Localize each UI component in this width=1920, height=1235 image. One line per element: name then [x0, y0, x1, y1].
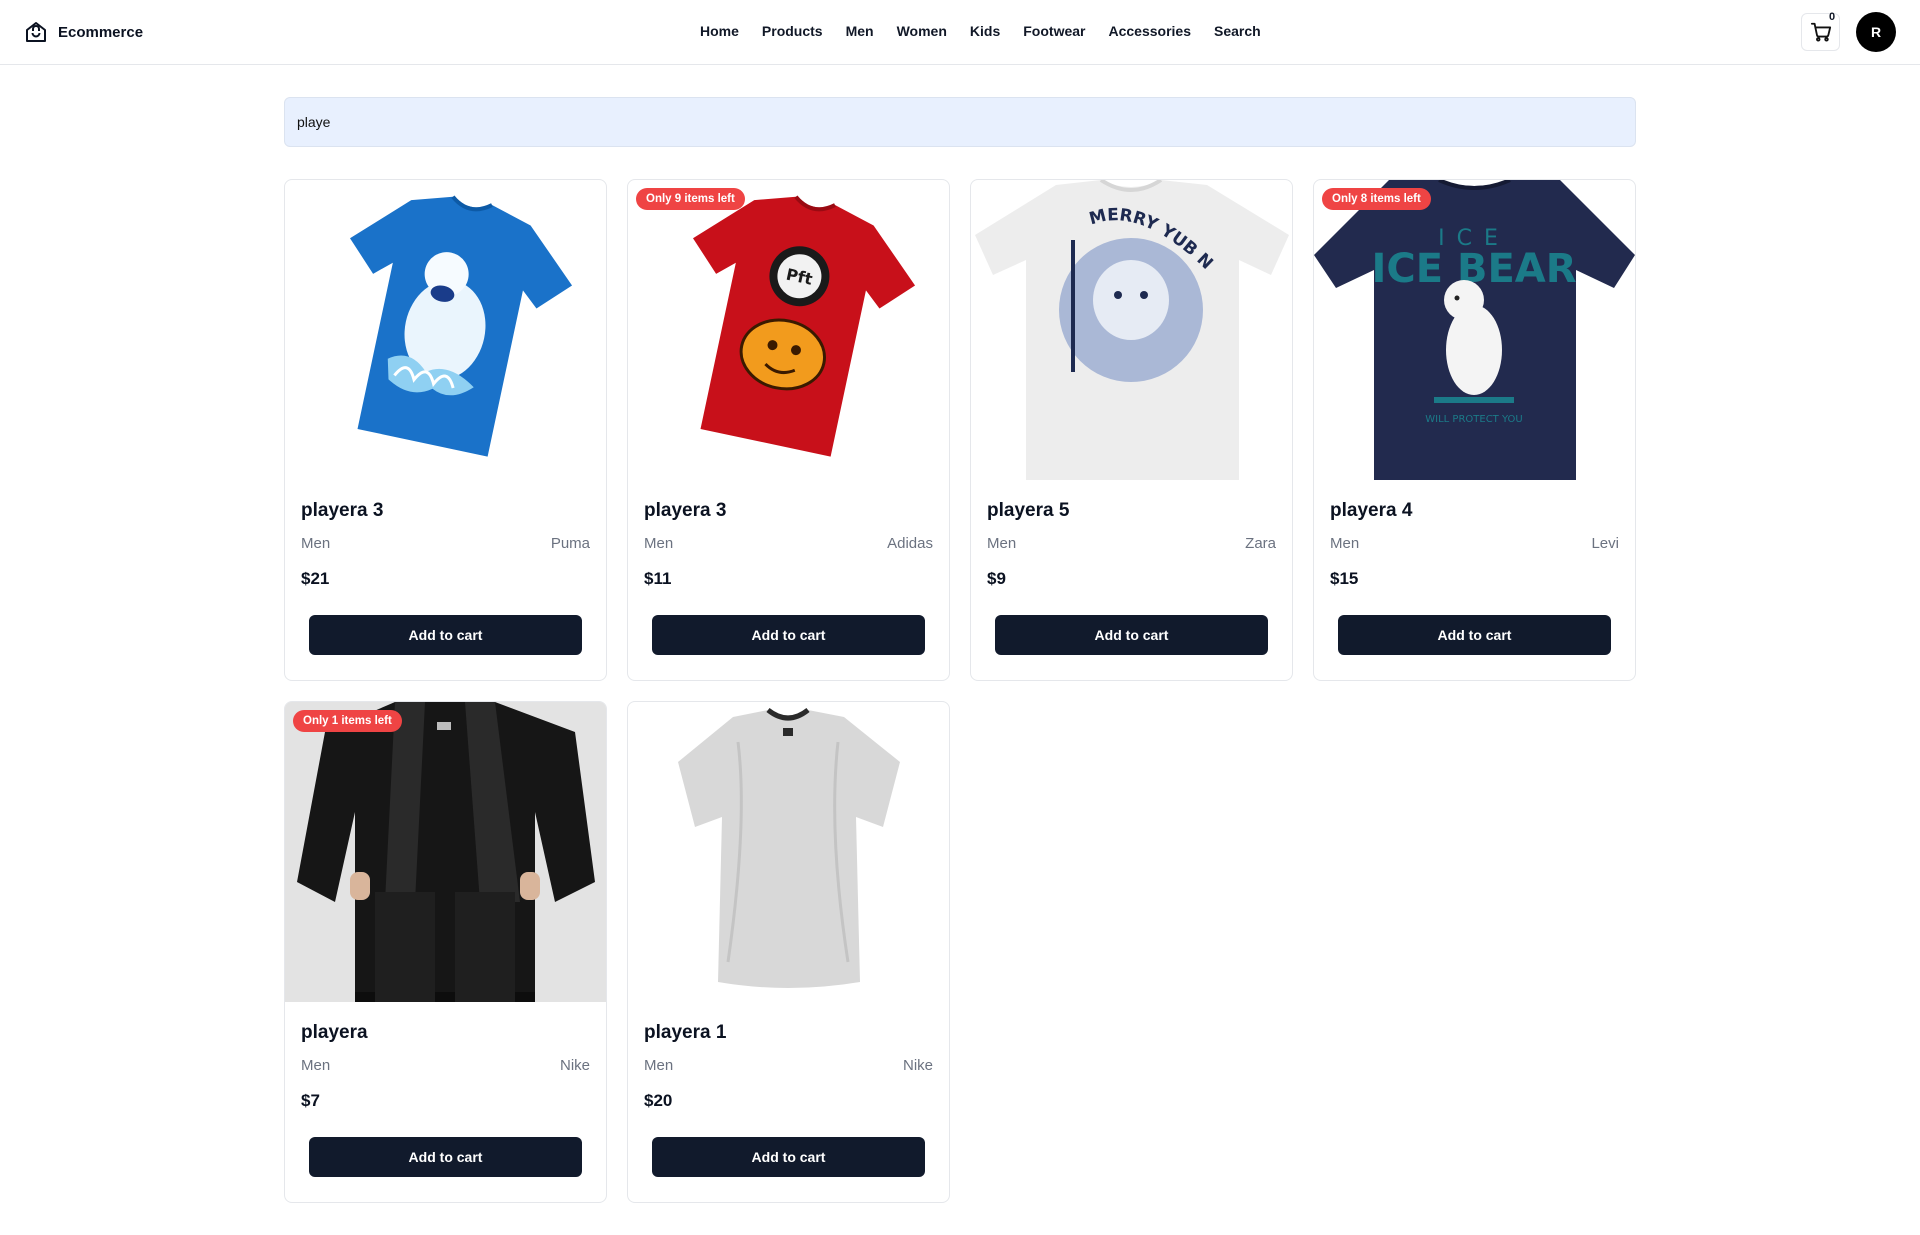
stock-badge: Only 9 items left — [636, 188, 745, 210]
product-brand: Zara — [1245, 535, 1276, 552]
product-brand: Nike — [902, 1057, 933, 1074]
product-image[interactable] — [285, 180, 606, 480]
product-category: Men — [644, 1057, 674, 1074]
blue-tshirt-polar-bear-image — [350, 195, 573, 457]
product-image[interactable] — [285, 702, 606, 1002]
product-title[interactable]: playera — [301, 1022, 368, 1044]
cart-count-badge: 0 — [1829, 11, 1836, 23]
add-to-cart-button[interactable]: Add to cart — [1338, 615, 1611, 655]
product-card: Only 1 items left playera Men Nike $7 Ad… — [284, 701, 607, 1203]
nav-home[interactable]: Home — [700, 23, 739, 39]
product-image[interactable] — [628, 702, 949, 1002]
product-price: $20 — [644, 1091, 673, 1110]
product-title[interactable]: playera 1 — [644, 1022, 726, 1044]
nav-kids[interactable]: Kids — [970, 23, 1000, 39]
add-to-cart-button[interactable]: Add to cart — [995, 615, 1268, 655]
product-card: MERRY YUB NUB playera 5 Men Zara $9 Add … — [970, 179, 1293, 681]
product-category: Men — [301, 535, 331, 552]
product-price: $11 — [644, 569, 672, 588]
add-to-cart-button[interactable]: Add to cart — [652, 1137, 925, 1177]
stock-badge: Only 1 items left — [293, 710, 402, 732]
add-to-cart-button[interactable]: Add to cart — [309, 615, 582, 655]
product-card: playera 1 Men Nike $20 Add to cart — [627, 701, 950, 1203]
product-category: Men — [987, 535, 1017, 552]
stock-badge: Only 8 items left — [1322, 188, 1431, 210]
product-brand: Puma — [550, 535, 590, 552]
top-navbar: Ecommerce Home Products Men Women Kids F… — [0, 0, 1920, 65]
store-icon — [26, 22, 46, 42]
will-protect-you-print-text: WILL PROTECT YOU — [1425, 414, 1522, 425]
product-price: $21 — [301, 569, 330, 588]
shopping-cart-icon — [1810, 22, 1831, 42]
product-category: Men — [301, 1057, 331, 1074]
product-card: playera 3 Men Puma $21 Add to cart — [284, 179, 607, 681]
white-tshirt-ewok-image: MERRY YUB NUB — [971, 180, 1289, 480]
product-title[interactable]: playera 3 — [301, 500, 383, 522]
white-tshirt-plain-image — [678, 707, 900, 988]
brand-name: Ecommerce — [58, 23, 144, 41]
product-brand: Nike — [559, 1057, 590, 1074]
product-image[interactable]: Pft — [628, 180, 949, 480]
red-tshirt-cartoon-image: Pft — [693, 195, 916, 457]
product-brand: Levi — [1591, 535, 1619, 552]
product-title[interactable]: playera 5 — [987, 500, 1069, 522]
search-input[interactable] — [284, 97, 1636, 147]
product-title[interactable]: playera 3 — [644, 500, 726, 522]
product-title[interactable]: playera 4 — [1330, 500, 1412, 522]
add-to-cart-button[interactable]: Add to cart — [652, 615, 925, 655]
model-black-outfit-image — [285, 702, 606, 1002]
nav-men[interactable]: Men — [846, 23, 874, 39]
brand-link[interactable]: Ecommerce — [24, 20, 143, 44]
nav-products[interactable]: Products — [762, 23, 823, 39]
product-price: $9 — [987, 569, 1006, 588]
nav-search[interactable]: Search — [1214, 23, 1261, 39]
product-category: Men — [644, 535, 674, 552]
product-price: $15 — [1330, 569, 1359, 588]
product-price: $7 — [301, 1091, 320, 1110]
product-card: ICE ICE BEAR WILL PROTECT YOU Only 8 ite… — [1313, 179, 1636, 681]
nav-women[interactable]: Women — [897, 23, 947, 39]
nav-footwear[interactable]: Footwear — [1023, 23, 1085, 39]
add-to-cart-button[interactable]: Add to cart — [309, 1137, 582, 1177]
navy-tshirt-ice-bear-image: ICE ICE BEAR WILL PROTECT YOU — [1314, 180, 1635, 480]
user-avatar[interactable]: R — [1856, 12, 1896, 52]
product-image[interactable]: ICE ICE BEAR WILL PROTECT YOU — [1314, 180, 1635, 480]
product-brand: Adidas — [887, 535, 933, 552]
product-category: Men — [1330, 535, 1360, 552]
main-nav: Home Products Men Women Kids Footwear Ac… — [700, 23, 1261, 39]
nav-accessories[interactable]: Accessories — [1108, 23, 1191, 39]
product-image[interactable]: MERRY YUB NUB — [971, 180, 1292, 480]
product-card: Pft Only 9 items left playera 3 Men Adid… — [627, 179, 950, 681]
